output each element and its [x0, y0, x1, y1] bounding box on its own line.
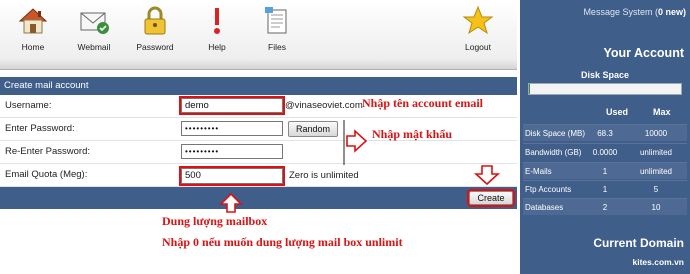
current-domain-title: Current Domain	[593, 236, 684, 250]
password-label: Password	[136, 42, 174, 52]
stat-used: 1	[602, 167, 608, 176]
files-icon	[265, 7, 287, 34]
stat-used: 0.0000	[592, 148, 618, 157]
star-icon	[462, 5, 494, 35]
create-button[interactable]: Create	[467, 189, 515, 207]
stat-used: 2	[602, 203, 608, 212]
stat-name: E-Mails	[525, 167, 552, 176]
home-label: Home	[21, 42, 45, 52]
files-button[interactable]: Files	[245, 4, 309, 52]
stat-max: unlimited	[639, 167, 672, 176]
password-field-label: Enter Password:	[5, 123, 75, 134]
form-footer: Create	[0, 187, 517, 209]
quota-row: Email Quota (Meg): 500 Zero is unlimited	[0, 164, 517, 187]
home-icon	[18, 8, 48, 34]
help-label: Help	[208, 42, 226, 52]
max-column-header: Max	[653, 107, 671, 117]
current-domain: kites.com.vn	[632, 257, 685, 267]
stat-row: Ftp Accounts 1 5	[523, 180, 687, 197]
stat-name: Ftp Accounts	[525, 185, 572, 194]
logout-button[interactable]: Logout	[446, 4, 510, 52]
quota-label: Email Quota (Meg):	[5, 169, 88, 180]
stat-row: Disk Space (MB) 68.3 10000	[523, 124, 687, 141]
stat-row: Bandwidth (GB) 0.0000 unlimited	[523, 143, 687, 160]
repassword-row: Re-Enter Password: •••••••••	[0, 141, 517, 164]
stat-max: 5	[653, 185, 659, 194]
domain-suffix: @vinaseoviet.com	[285, 100, 363, 111]
password-input[interactable]: •••••••••	[181, 121, 283, 136]
your-account-title: Your Account	[603, 46, 684, 60]
quota-input[interactable]: 500	[179, 166, 285, 186]
create-mail-header: Create mail account	[0, 77, 517, 95]
logout-label: Logout	[465, 42, 491, 52]
stat-used: 68.3	[597, 129, 613, 138]
stat-row: E-Mails 1 unlimited	[523, 162, 687, 179]
username-label: Username:	[5, 100, 52, 111]
stat-name: Bandwidth (GB)	[525, 148, 582, 157]
disk-space-label: Disk Space	[580, 70, 630, 80]
stat-row: Databases 2 10	[523, 198, 687, 215]
help-icon	[214, 8, 220, 34]
account-sidebar: Message System (0 new) Your Account Disk…	[520, 0, 690, 274]
webmail-button[interactable]: Webmail	[62, 4, 126, 52]
random-button[interactable]: Random	[288, 121, 338, 137]
quota-hint: Zero is unlimited	[289, 170, 359, 181]
repassword-input[interactable]: •••••••••	[181, 144, 283, 159]
disk-usage-fill	[529, 84, 530, 94]
used-column-header: Used	[606, 107, 629, 117]
message-prefix: Message System (	[583, 7, 658, 17]
username-input[interactable]: demo	[179, 96, 285, 115]
webmail-label: Webmail	[77, 42, 111, 52]
password-button[interactable]: Password	[123, 4, 187, 52]
annotation-account: Nhập tên account email	[362, 96, 483, 110]
stat-name: Databases	[525, 203, 564, 212]
annotation-quota-2: Nhập 0 nếu muốn dung lượng mail box unli…	[162, 235, 403, 249]
message-system[interactable]: Message System (0 new)	[583, 7, 686, 17]
stat-max: unlimited	[639, 148, 672, 157]
home-button[interactable]: Home	[1, 4, 65, 52]
message-suffix: new)	[662, 7, 686, 17]
stat-name: Disk Space (MB)	[525, 129, 586, 138]
files-label: Files	[268, 42, 286, 52]
repassword-label: Re-Enter Password:	[5, 146, 91, 157]
toolbar: Home Webmail Password Help Files Logout	[0, 0, 517, 70]
lock-icon	[144, 6, 166, 35]
disk-usage-bar	[528, 83, 682, 95]
stat-used: 1	[602, 185, 608, 194]
stat-max: 10000	[644, 129, 668, 138]
annotation-password: Nhập mật khẩu	[372, 127, 453, 141]
stat-max: 10	[651, 203, 661, 212]
help-button[interactable]: Help	[185, 4, 249, 52]
annotation-quota-1: Dung lượng mailbox	[162, 214, 268, 228]
webmail-icon	[80, 12, 109, 34]
